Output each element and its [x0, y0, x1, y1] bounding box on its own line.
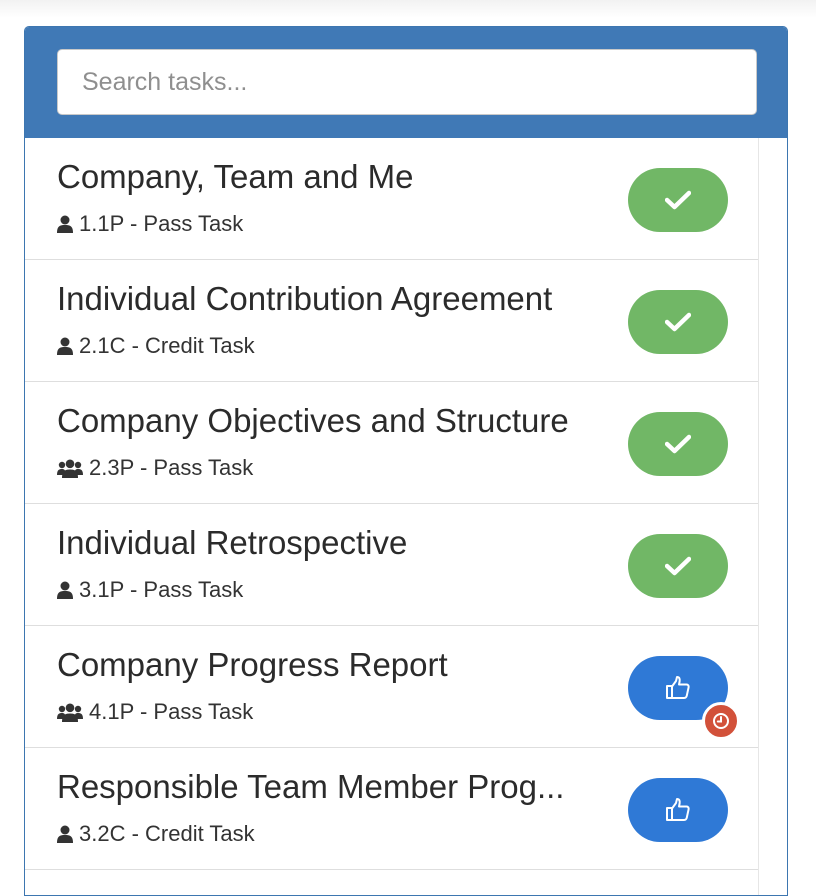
check-icon — [665, 556, 691, 576]
task-item[interactable]: Individual Retrospective 3.1P - Pass Task — [25, 504, 758, 626]
check-icon — [665, 312, 691, 332]
task-name: Company, Team and Me — [57, 158, 414, 195]
task-code: 1.1P - Pass Task — [79, 211, 244, 236]
task-name: Company Objectives and Structure — [57, 402, 569, 439]
user-icon — [57, 337, 73, 356]
task-list: Company, Team and Me 1.1P - Pass Task Indi… — [25, 138, 758, 870]
task-name: Responsible Team Member Prog... — [57, 768, 565, 805]
task-item[interactable]: Responsible Team Member Prog... 3.2C - Cr… — [25, 748, 758, 870]
task-code: 2.3P - Pass Task — [89, 455, 254, 480]
task-status-button[interactable] — [628, 778, 728, 842]
task-meta: 3.2C - Credit Task — [57, 821, 255, 847]
task-name: Individual Retrospective — [57, 524, 408, 561]
user-icon — [57, 825, 73, 844]
task-meta: 1.1P - Pass Task — [57, 211, 243, 237]
task-item[interactable]: Company, Team and Me 1.1P - Pass Task — [25, 138, 758, 260]
top-shade — [0, 0, 816, 18]
users-icon — [57, 703, 83, 722]
task-meta: 3.1P - Pass Task — [57, 577, 243, 603]
task-code: 3.1P - Pass Task — [79, 577, 244, 602]
scrollbar[interactable] — [758, 138, 787, 895]
task-status-button[interactable] — [628, 412, 728, 476]
task-meta: 2.1C - Credit Task — [57, 333, 255, 359]
clock-icon — [712, 712, 730, 730]
task-name: Individual Contribution Agreement — [57, 280, 553, 317]
task-code: 3.2C - Credit Task — [79, 821, 255, 846]
task-item[interactable]: Company Objectives and Structure 2.3P - P… — [25, 382, 758, 504]
check-icon — [665, 190, 691, 210]
task-status-button[interactable] — [628, 290, 728, 354]
panel-header — [25, 27, 787, 138]
task-item[interactable]: Company Progress Report 4.1P - Pass Task — [25, 626, 758, 748]
search-input[interactable] — [57, 49, 757, 115]
users-icon — [57, 459, 83, 478]
task-name: Company Progress Report — [57, 646, 448, 683]
task-code: 4.1P - Pass Task — [89, 699, 254, 724]
overdue-badge — [702, 702, 740, 740]
check-icon — [665, 434, 691, 454]
task-meta: 4.1P - Pass Task — [57, 699, 253, 725]
task-list-panel: Company, Team and Me 1.1P - Pass Task Indi… — [24, 26, 788, 896]
task-status-button[interactable] — [628, 534, 728, 598]
task-status-button[interactable] — [628, 168, 728, 232]
task-item[interactable]: Individual Contribution Agreement 2.1C - … — [25, 260, 758, 382]
thumbs-up-icon — [665, 675, 691, 701]
task-meta: 2.3P - Pass Task — [57, 455, 253, 481]
user-icon — [57, 581, 73, 600]
thumbs-up-icon — [665, 797, 691, 823]
task-code: 2.1C - Credit Task — [79, 333, 255, 358]
user-icon — [57, 215, 73, 234]
